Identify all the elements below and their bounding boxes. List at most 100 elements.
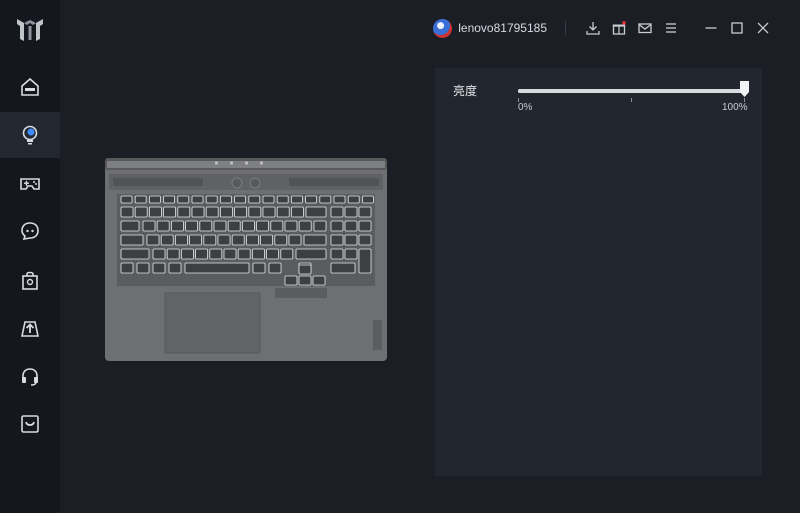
- sidebar: [0, 0, 60, 513]
- keyboard-key: [120, 206, 134, 218]
- home-icon: [21, 77, 39, 96]
- slider-min-label: 0%: [518, 102, 533, 113]
- keyboard-key: [120, 262, 134, 274]
- keyboard-key: [149, 195, 161, 204]
- keyboard-key: [166, 248, 180, 260]
- keyboard-key: [220, 206, 233, 218]
- keyboard-key: [220, 195, 232, 204]
- keyboard-key: [270, 220, 284, 232]
- keyboard-key: [260, 234, 274, 246]
- sidebar-item-upload[interactable]: [0, 305, 60, 351]
- maximize-icon[interactable]: [730, 21, 744, 35]
- keyboard-key: [203, 234, 217, 246]
- keyboard-key: [134, 195, 147, 204]
- keyboard-key: [288, 234, 302, 246]
- divider: [565, 21, 566, 35]
- cart-icon: [21, 415, 39, 433]
- sidebar-item-shop[interactable]: [0, 401, 60, 447]
- keyboard-key: [276, 206, 290, 218]
- chat-icon: [21, 222, 39, 241]
- keyboard-key: [344, 220, 358, 232]
- keyboard-key: [358, 220, 372, 232]
- keyboard-key: [189, 234, 202, 246]
- brightness-panel: 亮度 0% 100%: [435, 68, 762, 476]
- keyboard-key: [195, 248, 208, 260]
- keyboard-key: [298, 220, 312, 232]
- download-icon[interactable]: [586, 21, 600, 35]
- laptop-keyboard-preview: [105, 158, 387, 361]
- keyboard-key: [319, 195, 332, 204]
- keyboard-key: [333, 195, 346, 204]
- keyboard-key: [330, 248, 344, 260]
- username[interactable]: lenovo81795185: [458, 21, 547, 35]
- menu-icon[interactable]: [664, 21, 678, 35]
- keyboard-key: [284, 275, 298, 286]
- sidebar-item-games[interactable]: [0, 160, 60, 206]
- keyboard-key: [330, 262, 356, 274]
- keyboard-key: [305, 206, 327, 218]
- keyboard-key: [266, 248, 280, 260]
- sidebar-item-headset[interactable]: [0, 353, 60, 399]
- keyboard-key: [234, 206, 248, 218]
- sidebar-item-lighting[interactable]: [0, 112, 60, 158]
- keyboard-key: [213, 220, 227, 232]
- keyboard-key: [358, 206, 372, 218]
- avatar[interactable]: [433, 18, 453, 38]
- gamepad-icon: [20, 178, 40, 190]
- keyboard-key: [146, 234, 160, 246]
- keyboard-key: [280, 248, 294, 260]
- keyboard-key: [120, 220, 140, 232]
- keyboard-key: [290, 195, 303, 204]
- keyboard-key: [227, 220, 241, 232]
- keyboard-key: [156, 220, 170, 232]
- keyboard-key: [163, 195, 175, 204]
- keyboard-key: [344, 206, 358, 218]
- keyboard-key: [251, 248, 265, 260]
- keyboard-key: [262, 206, 276, 218]
- sidebar-item-store[interactable]: [0, 257, 60, 303]
- keyboard-key: [305, 195, 318, 204]
- keyboard-key: [268, 262, 282, 274]
- keyboard-key: [248, 195, 261, 204]
- keyboard-key: [330, 220, 344, 232]
- keyboard-key: [245, 234, 259, 246]
- title-bar: lenovo81795185: [433, 14, 776, 42]
- keyboard-key: [149, 206, 162, 218]
- brightness-slider-fill: [518, 89, 745, 93]
- keyboard-key: [177, 195, 190, 204]
- keyboard-key: [185, 220, 198, 232]
- keyboard-key: [152, 262, 166, 274]
- keyboard-key: [234, 195, 247, 204]
- brightness-slider-handle[interactable]: [740, 81, 749, 97]
- keyboard-key: [205, 195, 218, 204]
- keyboard-key: [252, 262, 266, 274]
- headset-icon: [22, 368, 38, 386]
- keyboard-key: [217, 234, 231, 246]
- keyboard-key: [330, 206, 344, 218]
- keyboard-key: [358, 248, 372, 274]
- keyboard-key: [175, 234, 188, 246]
- sidebar-item-home[interactable]: [0, 64, 60, 110]
- close-icon[interactable]: [756, 21, 770, 35]
- sidebar-item-chat[interactable]: [0, 208, 60, 254]
- upload-icon: [21, 321, 39, 337]
- keyboard-key: [284, 220, 298, 232]
- minimize-icon[interactable]: [704, 21, 718, 35]
- keyboard-key: [177, 206, 191, 218]
- keyboard-key: [358, 234, 372, 246]
- keyboard-key: [290, 206, 304, 218]
- app-logo-icon: [17, 19, 43, 41]
- mail-icon[interactable]: [638, 21, 652, 35]
- keyboard-key: [181, 248, 194, 260]
- keyboard-key: [199, 220, 213, 232]
- brightness-slider[interactable]: [518, 81, 749, 97]
- slider-tick-mid: [631, 98, 632, 102]
- gift-icon[interactable]: [612, 21, 626, 35]
- bulb-icon: [22, 125, 38, 145]
- keyboard-key: [120, 248, 150, 260]
- keyboard-key: [152, 248, 166, 260]
- keyboard-key: [168, 262, 182, 274]
- keyboard-key: [298, 275, 312, 286]
- keyboard-key: [303, 234, 327, 246]
- keyboard-key: [120, 195, 133, 204]
